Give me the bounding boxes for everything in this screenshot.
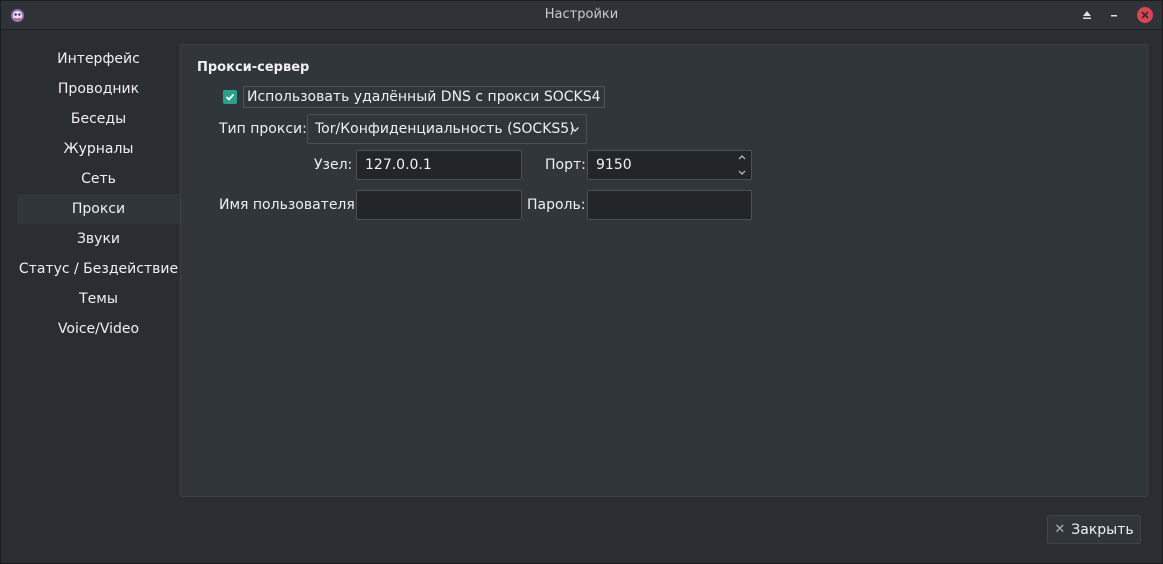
checkbox-box[interactable] (223, 90, 237, 104)
chevron-up-icon[interactable] (737, 153, 747, 161)
spin-arrows[interactable] (737, 153, 747, 177)
close-x-icon: ✕ (1054, 522, 1066, 537)
close-button-label: Закрыть (1071, 521, 1134, 538)
proxy-type-label: Тип прокси: (219, 121, 307, 137)
sidebar-item-sounds[interactable]: Звуки (17, 224, 180, 254)
sidebar-item-proxy[interactable]: Прокси (17, 194, 180, 224)
port-spinbox[interactable]: 9150 (587, 150, 752, 180)
remote-dns-checkbox[interactable]: Использовать удалённый DNS с прокси SOCK… (223, 86, 605, 108)
sidebar-item-interface[interactable]: Интерфейс (17, 44, 180, 74)
host-value: 127.0.0.1 (365, 157, 432, 173)
password-label: Пароль: (527, 197, 586, 213)
sidebar-item-logs[interactable]: Журналы (17, 134, 180, 164)
sidebar-item-network[interactable]: Сеть (17, 164, 180, 194)
close-icon (1141, 11, 1149, 19)
close-circle (1137, 7, 1153, 23)
remote-dns-label: Использовать удалённый DNS с прокси SOCK… (243, 86, 605, 108)
minimize-icon (1111, 15, 1117, 17)
host-input[interactable]: 127.0.0.1 (356, 150, 522, 180)
username-input[interactable] (356, 190, 522, 220)
proxy-type-select[interactable]: Tor/Конфиденциальность (SOCKS5) (307, 114, 587, 144)
settings-sidebar: Интерфейс Проводник Беседы Журналы Сеть … (17, 44, 180, 344)
sidebar-item-explorer[interactable]: Проводник (17, 74, 180, 104)
proxy-settings-panel: Прокси-сервер Использовать удалённый DNS… (180, 44, 1148, 497)
username-label: Имя пользователя: (219, 197, 360, 213)
port-value: 9150 (596, 157, 632, 173)
eject-icon (1083, 11, 1091, 19)
sidebar-item-chats[interactable]: Беседы (17, 104, 180, 134)
checkmark-icon (225, 93, 235, 101)
window-title: Настройки (544, 7, 619, 22)
port-label: Порт: (545, 157, 586, 173)
proxy-type-value: Tor/Конфиденциальность (SOCKS5) (315, 121, 575, 137)
chevron-down-icon (571, 127, 579, 132)
sidebar-item-themes[interactable]: Темы (17, 284, 180, 314)
host-label: Узел: (314, 157, 353, 173)
close-button[interactable]: ✕ Закрыть (1047, 515, 1141, 544)
password-input[interactable] (587, 190, 752, 220)
sidebar-item-status[interactable]: Статус / Бездействие (17, 254, 180, 284)
settings-window: Настройки Интерфейс Проводник Беседы Жур… (0, 0, 1163, 564)
keep-above-button[interactable] (1078, 6, 1096, 24)
close-window-button[interactable] (1136, 6, 1154, 24)
minimize-button[interactable] (1105, 6, 1123, 24)
sidebar-item-voice-video[interactable]: Voice/Video (17, 314, 180, 344)
section-title: Прокси-сервер (197, 60, 310, 75)
chevron-down-icon[interactable] (737, 169, 747, 177)
title-bar[interactable]: Настройки (1, 1, 1162, 30)
